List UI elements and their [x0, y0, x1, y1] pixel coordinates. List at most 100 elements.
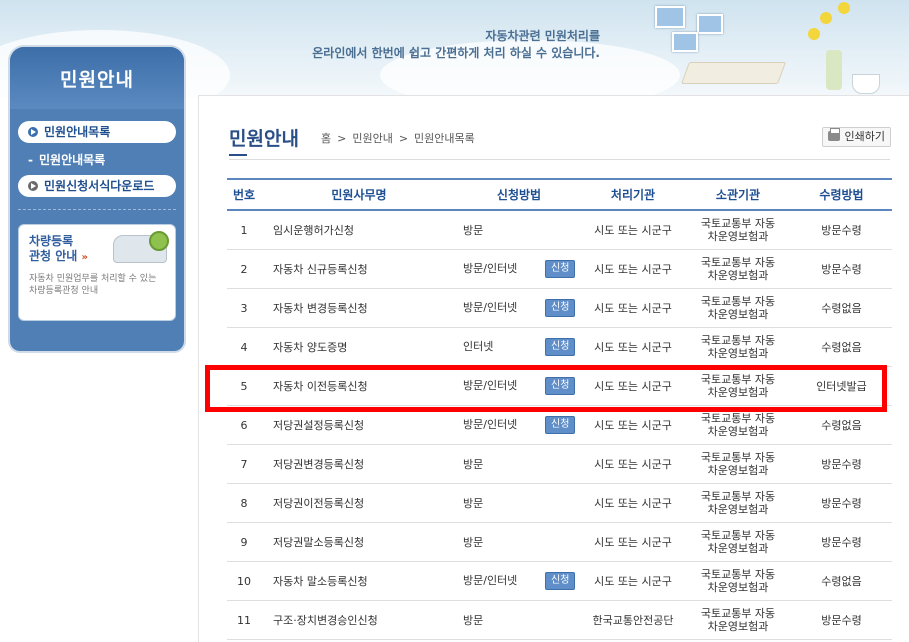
apply-button[interactable]: 신청 — [545, 338, 576, 356]
cell-processing-office: 시도 또는 시군구 — [581, 210, 685, 250]
promo-desc-line-1: 자동차 민원업무를 처리할 수 있는 — [29, 274, 157, 284]
receipt-method: 수령없음 — [821, 341, 862, 354]
civil-service-table: 번호 민원사무명 신청방법 처리기관 소관기관 수령방법 1 임시운행허가신청방문… — [227, 178, 892, 640]
breadcrumb-current: 민원안내목록 — [414, 132, 475, 145]
table-row: 8 저당권이전등록신청 방문 시도 또는 시군구 국토교통부 자동 차운영보험과 방문수령 — [227, 483, 892, 523]
chevron-right-icon: > — [398, 132, 409, 145]
cell-processing-office: 시도 또는 시군구 — [581, 366, 685, 406]
breadcrumb-home[interactable]: 홈 — [321, 132, 331, 145]
sidebar-subitem-guide-list[interactable]: - 민원안내목록 — [18, 149, 176, 171]
col-header-processing-office: 처리기관 — [581, 178, 685, 211]
responsible-office-line-2: 차운영보험과 — [707, 542, 769, 555]
service-name-link[interactable]: 저당권변경등록신청 — [273, 458, 364, 471]
row-number: 4 — [240, 340, 248, 354]
processing-office: 시도 또는 시군구 — [594, 419, 672, 432]
apply-button[interactable]: 신청 — [545, 377, 576, 395]
service-name-link[interactable]: 저당권이전등록신청 — [273, 497, 364, 510]
cell-name: 저당권말소등록신청 — [261, 522, 457, 562]
row-number: 9 — [240, 535, 248, 549]
receipt-method: 방문수령 — [821, 497, 862, 510]
method-text: 인터넷 — [463, 340, 494, 353]
responsible-office-line-2: 차운영보험과 — [707, 503, 769, 516]
title-divider — [229, 159, 890, 160]
printer-icon — [827, 128, 840, 141]
sidebar-subitem-label: 민원안내목록 — [38, 153, 106, 167]
processing-office: 시도 또는 시군구 — [594, 341, 672, 354]
responsible-office-line-1: 국토교통부 자동 — [700, 412, 776, 425]
cell-responsible-office: 국토교통부 자동 차운영보험과 — [685, 210, 791, 250]
cell-responsible-office: 국토교통부 자동 차운영보험과 — [685, 288, 791, 328]
service-name-link[interactable]: 자동차 이전등록신청 — [273, 380, 368, 393]
col-header-method: 신청방법 — [457, 178, 581, 211]
apply-button[interactable]: 신청 — [545, 299, 576, 317]
cell-name: 저당권변경등록신청 — [261, 444, 457, 484]
receipt-method: 방문수령 — [821, 263, 862, 276]
cell-no: 9 — [227, 522, 261, 562]
method-text: 방문/인터넷 — [463, 574, 518, 587]
banner-slogan: 자동차관련 민원처리를 온라인에서 한번에 쉽고 간편하게 처리 하실 수 있습… — [300, 28, 600, 62]
bullet-arrow-icon — [28, 127, 38, 137]
cell-method: 방문/인터넷 신청 — [457, 561, 581, 601]
cell-processing-office: 시도 또는 시군구 — [581, 288, 685, 328]
table-row: 2 자동차 신규등록신청 방문/인터넷 신청 시도 또는 시군구 국토교통부 자동 차운영보… — [227, 249, 892, 289]
table-row: 9 저당권말소등록신청 방문 시도 또는 시군구 국토교통부 자동 차운영보험과 방문수령 — [227, 522, 892, 562]
responsible-office-line-2: 차운영보험과 — [707, 347, 769, 360]
cell-receipt: 수령없음 — [791, 327, 892, 367]
sidebar-item-label: 민원신청서식다운로드 — [44, 179, 155, 193]
responsible-office-line-2: 차운영보험과 — [707, 230, 769, 243]
cell-no: 2 — [227, 249, 261, 289]
breadcrumb-guide[interactable]: 민원안내 — [352, 132, 392, 145]
print-button[interactable]: 인쇄하기 — [821, 127, 891, 147]
cell-processing-office: 시도 또는 시군구 — [581, 483, 685, 523]
col-header-responsible-office: 소관기관 — [685, 178, 791, 211]
apply-button[interactable]: 신청 — [545, 416, 576, 434]
cell-responsible-office: 국토교통부 자동 차운영보험과 — [685, 600, 791, 640]
cell-responsible-office: 국토교통부 자동 차운영보험과 — [685, 366, 791, 406]
sidebar-item-guide-list[interactable]: 민원안내목록 — [18, 121, 176, 143]
table-header-row: 번호 민원사무명 신청방법 처리기관 소관기관 수령방법 — [227, 178, 892, 211]
service-name-link[interactable]: 자동차 양도증명 — [273, 341, 347, 354]
cell-name: 자동차 변경등록신청 — [261, 288, 457, 328]
responsible-office-line-1: 국토교통부 자동 — [700, 256, 776, 269]
cell-name: 자동차 양도증명 — [261, 327, 457, 367]
service-name-link[interactable]: 임시운행허가신청 — [273, 224, 354, 237]
cell-method: 방문 — [457, 522, 581, 562]
main-content: 민원안내 홈 > 민원안내 > 민원안내목록 인쇄하기 번호 민원사무명 신청방법 처리… — [198, 95, 909, 642]
table-row: 6 저당권설정등록신청 방문/인터넷 신청 시도 또는 시군구 국토교통부 자동 차운영보험… — [227, 405, 892, 445]
service-name-link[interactable]: 저당권말소등록신청 — [273, 536, 364, 549]
service-name-link[interactable]: 자동차 변경등록신청 — [273, 302, 368, 315]
receipt-method: 수령없음 — [821, 302, 862, 315]
cell-receipt: 방문수령 — [791, 444, 892, 484]
cell-receipt: 방문수령 — [791, 600, 892, 640]
col-header-receipt: 수령방법 — [791, 178, 892, 211]
processing-office: 시도 또는 시군구 — [594, 263, 672, 276]
service-name-link[interactable]: 저당권설정등록신청 — [273, 419, 364, 432]
receipt-method: 수령없음 — [821, 575, 862, 588]
gear-icon — [149, 231, 169, 251]
responsible-office-line-2: 차운영보험과 — [707, 464, 769, 477]
sidebar-item-form-download[interactable]: 민원신청서식다운로드 — [18, 175, 176, 197]
banner-line-2: 온라인에서 한번에 쉽고 간편하게 처리 하실 수 있습니다. — [312, 46, 600, 60]
apply-button[interactable]: 신청 — [545, 260, 576, 278]
receipt-method: 방문수령 — [821, 458, 862, 471]
table-row: 4 자동차 양도증명 인터넷 신청 시도 또는 시군구 국토교통부 자동 차운영보험과 수령없… — [227, 327, 892, 367]
cell-processing-office: 시도 또는 시군구 — [581, 561, 685, 601]
service-name-link[interactable]: 자동차 신규등록신청 — [273, 263, 368, 276]
responsible-office-line-1: 국토교통부 자동 — [700, 529, 776, 542]
responsible-office-line-1: 국토교통부 자동 — [700, 490, 776, 503]
method-text: 방문/인터넷 — [463, 262, 518, 275]
cell-name: 자동차 말소등록신청 — [261, 561, 457, 601]
cell-receipt: 수령없음 — [791, 405, 892, 445]
registration-office-banner[interactable]: 차량등록 관청 안내 » 자동차 민원업무를 처리할 수 있는 차량등록관청 안… — [18, 224, 176, 321]
apply-button[interactable]: 신청 — [545, 572, 576, 590]
cell-no: 1 — [227, 210, 261, 250]
service-name-link[interactable]: 자동차 말소등록신청 — [273, 575, 368, 588]
breadcrumb: 홈 > 민원안내 > 민원안내목록 — [321, 130, 475, 146]
cell-responsible-office: 국토교통부 자동 차운영보험과 — [685, 444, 791, 484]
receipt-method: 방문수령 — [821, 614, 862, 627]
service-name-link[interactable]: 구조·장치변경승인신청 — [273, 614, 378, 627]
receipt-method: 인터넷발급 — [816, 380, 867, 393]
processing-office: 시도 또는 시군구 — [594, 497, 672, 510]
cell-method: 방문 — [457, 600, 581, 640]
table-row: 1 임시운행허가신청 방문 시도 또는 시군구 국토교통부 자동 차운영보험과 방문수령 — [227, 210, 892, 250]
